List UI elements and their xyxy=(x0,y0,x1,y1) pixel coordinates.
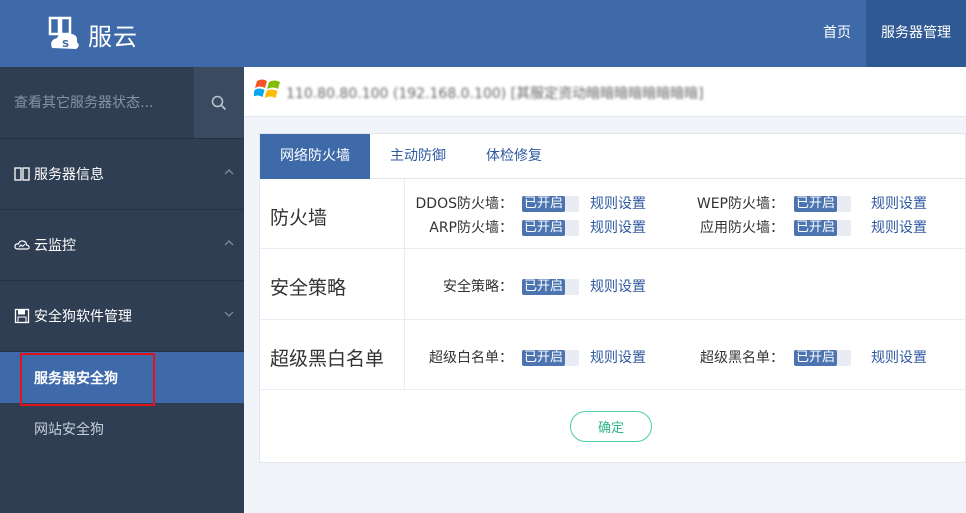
save-icon xyxy=(14,308,30,324)
sidebar: 服务器信息 云监控 安全狗软件管理 服务器安全 xyxy=(0,67,244,513)
search-button[interactable] xyxy=(194,67,244,138)
cloud-icon xyxy=(14,237,30,253)
section-title: 安全策略 xyxy=(270,277,347,299)
search-icon xyxy=(211,95,227,110)
rule-settings-link[interactable]: 规则设置 xyxy=(590,193,646,213)
status-text: 已开启 xyxy=(522,279,566,295)
row-divider xyxy=(404,179,405,248)
section-security-policy: 安全策略 安全策略： 已开启 规则设置 xyxy=(260,249,966,320)
status-badge[interactable]: 已开启 xyxy=(794,196,851,212)
columns-icon xyxy=(14,166,30,182)
row-divider xyxy=(404,249,405,319)
windows-logo-icon xyxy=(253,75,284,109)
chevron-up-icon xyxy=(224,240,234,246)
rule-settings-link[interactable]: 规则设置 xyxy=(871,217,927,237)
brand-name: 服云 xyxy=(88,22,138,51)
panel-tabs: 网络防火墙 主动防御 体检修复 xyxy=(260,134,965,179)
svg-text:S: S xyxy=(62,39,69,50)
row-divider xyxy=(404,320,405,389)
field-label: 安全策略： xyxy=(443,279,513,295)
server-search xyxy=(0,67,244,139)
rule-settings-link[interactable]: 规则设置 xyxy=(590,217,646,237)
field-label: WEP防火墙： xyxy=(696,196,784,212)
field-label: ARP防火墙： xyxy=(429,220,513,236)
status-badge[interactable]: 已开启 xyxy=(794,350,851,366)
field-label: 超级黑名单： xyxy=(700,350,784,366)
sidebar-item-cloud-monitor[interactable]: 云监控 xyxy=(0,210,244,281)
top-header: S 服云 首页 服务器管理 xyxy=(0,0,966,67)
rule-settings-link[interactable]: 规则设置 xyxy=(871,193,927,213)
tab-health-check[interactable]: 体检修复 xyxy=(466,134,562,179)
section-title: 超级黑白名单 xyxy=(270,348,385,370)
section-title: 防火墙 xyxy=(270,207,328,229)
rule-settings-link[interactable]: 规则设置 xyxy=(590,276,646,296)
nav-server-management[interactable]: 服务器管理 xyxy=(866,0,966,67)
status-text: 已开启 xyxy=(522,350,566,366)
nav-home[interactable]: 首页 xyxy=(808,0,866,67)
field-label: 超级白名单： xyxy=(429,350,513,366)
highlight-box xyxy=(20,353,155,406)
sidebar-item-label: 安全狗软件管理 xyxy=(34,309,132,325)
sidebar-item-label: 云监控 xyxy=(34,238,76,254)
status-badge[interactable]: 已开启 xyxy=(522,350,579,366)
chevron-up-icon xyxy=(224,169,234,175)
tab-network-firewall[interactable]: 网络防火墙 xyxy=(260,134,370,179)
rule-settings-link[interactable]: 规则设置 xyxy=(590,347,646,367)
status-text: 已开启 xyxy=(522,220,566,236)
chevron-down-icon xyxy=(224,311,234,317)
tab-active-defense[interactable]: 主动防御 xyxy=(370,134,466,179)
sidebar-item-label: 服务器信息 xyxy=(34,167,104,183)
status-text: 已开启 xyxy=(794,220,838,236)
confirm-button[interactable]: 确定 xyxy=(570,411,652,442)
status-badge[interactable]: 已开启 xyxy=(522,220,579,236)
field-label: 应用防火墙： xyxy=(700,220,784,236)
logo-icon: S xyxy=(48,16,82,52)
sidebar-subitem-server-safedog[interactable]: 服务器安全狗 xyxy=(0,352,244,406)
sidebar-subitem-website-safedog[interactable]: 网站安全狗 xyxy=(0,403,244,454)
status-text: 已开启 xyxy=(522,196,566,212)
sidebar-item-safedog-software[interactable]: 安全狗软件管理 xyxy=(0,281,244,352)
server-title: 110.80.80.100 (192.168.0.100) [其服定资动暗暗暗暗… xyxy=(286,86,704,102)
sidebar-subitem-label: 网站安全狗 xyxy=(34,421,104,438)
section-black-white-list: 超级黑白名单 超级白名单： 已开启 规则设置 超级黑名单： 已开启 规则设置 xyxy=(260,320,966,390)
firewall-panel: 网络防火墙 主动防御 体检修复 防火墙 DDOS防火墙： 已开启 规则设置 WE… xyxy=(259,133,966,463)
server-title-bar: 110.80.80.100 (192.168.0.100) [其服定资动暗暗暗暗… xyxy=(244,67,966,117)
status-text: 已开启 xyxy=(794,196,838,212)
status-badge[interactable]: 已开启 xyxy=(794,220,851,236)
field-label: DDOS防火墙： xyxy=(415,196,513,212)
top-nav: 首页 服务器管理 xyxy=(808,0,966,67)
brand-logo[interactable]: S 服云 xyxy=(48,14,138,54)
status-badge[interactable]: 已开启 xyxy=(522,279,579,295)
rule-settings-link[interactable]: 规则设置 xyxy=(871,347,927,367)
status-badge[interactable]: 已开启 xyxy=(522,196,579,212)
server-search-input[interactable] xyxy=(0,67,194,138)
sidebar-item-server-info[interactable]: 服务器信息 xyxy=(0,139,244,210)
section-firewall: 防火墙 DDOS防火墙： 已开启 规则设置 WEP防火墙： 已开启 规则设置 A… xyxy=(260,179,966,249)
status-text: 已开启 xyxy=(794,350,838,366)
